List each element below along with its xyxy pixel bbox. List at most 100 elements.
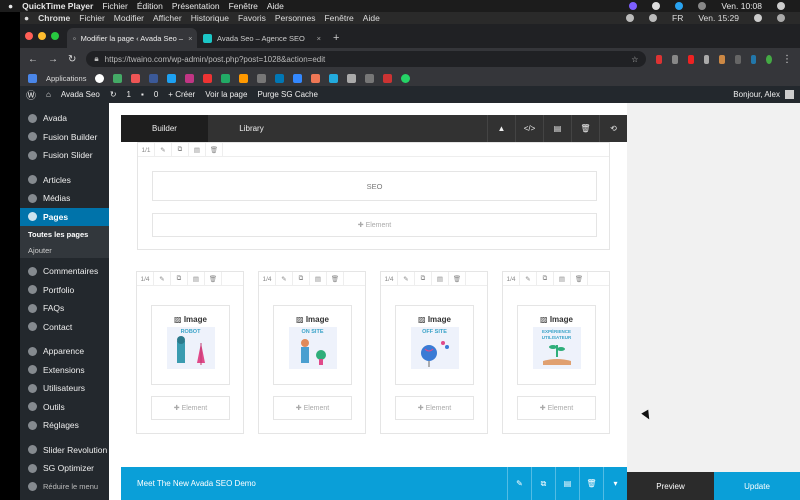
- sidebar-item-articles[interactable]: Articles: [20, 171, 109, 190]
- column-size[interactable]: 1/1: [138, 143, 155, 157]
- facebook-icon[interactable]: [149, 73, 159, 83]
- sidebar-item-settings[interactable]: Réglages: [20, 416, 109, 435]
- submenu-add-page[interactable]: Ajouter: [20, 242, 109, 258]
- extension-icon[interactable]: [734, 54, 741, 64]
- menu-app-name[interactable]: Chrome: [38, 13, 70, 23]
- menu-item[interactable]: Fenêtre: [229, 1, 258, 11]
- image-element[interactable]: ▨ Image ROBOT: [151, 305, 230, 385]
- wordpress-logo-icon[interactable]: Ⓦ: [26, 87, 36, 102]
- menu-item[interactable]: Fichier: [79, 13, 105, 23]
- minimize-window-button[interactable]: [38, 32, 46, 40]
- add-element-button[interactable]: ✚ Element: [151, 396, 230, 420]
- wifi-icon[interactable]: [649, 14, 657, 22]
- bookmark-icon[interactable]: [365, 73, 375, 83]
- update-button[interactable]: Update: [714, 472, 800, 500]
- sidebar-item-pages[interactable]: Pages: [20, 207, 109, 226]
- menu-item[interactable]: Présentation: [172, 1, 220, 11]
- clock[interactable]: Ven. 15:29: [698, 13, 739, 23]
- submenu-all-pages[interactable]: Toutes les pages: [20, 226, 109, 242]
- search-icon[interactable]: [754, 14, 762, 22]
- save-icon[interactable]: ▤: [188, 272, 205, 286]
- edit-icon[interactable]: ✎: [520, 272, 537, 286]
- apple-icon[interactable]: ●: [24, 13, 29, 23]
- wifi-icon[interactable]: [698, 2, 707, 10]
- tab-builder[interactable]: Builder: [121, 115, 208, 142]
- column-size[interactable]: 1/4: [137, 272, 154, 286]
- menu-item[interactable]: Afficher: [153, 13, 182, 23]
- clone-icon[interactable]: ⧉: [293, 272, 310, 286]
- bookmark-icon[interactable]: [329, 73, 339, 83]
- sidebar-item-faqs[interactable]: FAQs: [20, 299, 109, 318]
- bookmark-apps[interactable]: Applications: [46, 74, 86, 83]
- seo-element[interactable]: SEO: [152, 171, 597, 201]
- menu-app-name[interactable]: QuickTime Player: [22, 1, 93, 11]
- profile-avatar[interactable]: [766, 54, 773, 64]
- add-element-button[interactable]: ✚ Element: [273, 396, 352, 420]
- collapse-menu-button[interactable]: Réduire le menu: [20, 478, 109, 497]
- menu-item[interactable]: Personnes: [275, 13, 316, 23]
- image-element[interactable]: ▨ Image OFF SITE: [395, 305, 474, 385]
- history-icon[interactable]: ⟲: [599, 115, 627, 142]
- bookmark-star-icon[interactable]: ☆: [631, 55, 638, 64]
- extension-icon[interactable]: [687, 54, 694, 64]
- close-window-button[interactable]: [25, 32, 33, 40]
- menu-item[interactable]: Aide: [363, 13, 380, 23]
- sidebar-item-fusion-builder[interactable]: Fusion Builder: [20, 128, 109, 147]
- apps-grid-icon[interactable]: [28, 73, 37, 83]
- delete-icon[interactable]: 🗑︎: [206, 143, 223, 157]
- chevron-down-icon[interactable]: ▾: [603, 467, 627, 500]
- clone-icon[interactable]: ⧉: [171, 272, 188, 286]
- sidebar-item-portfolio[interactable]: Portfolio: [20, 281, 109, 300]
- close-tab-icon[interactable]: ×: [188, 34, 192, 43]
- bookmark-icon[interactable]: [239, 73, 249, 83]
- clock[interactable]: Ven. 10:08: [721, 1, 762, 11]
- save-template-icon[interactable]: ▤: [543, 115, 571, 142]
- bookmark-icon[interactable]: [383, 73, 393, 83]
- preview-button[interactable]: Preview: [627, 472, 714, 500]
- bookmark-icon[interactable]: [347, 73, 357, 83]
- whatsapp-icon[interactable]: [401, 73, 411, 83]
- column-size[interactable]: 1/4: [259, 272, 276, 286]
- image-element[interactable]: ▨ Image EXPÉRIENCE UTILISATEUR: [517, 305, 596, 385]
- status-icon[interactable]: [626, 14, 634, 22]
- sidebar-item-tools[interactable]: Outils: [20, 398, 109, 417]
- add-element-button[interactable]: ✚ Element: [517, 396, 596, 420]
- sidebar-item-medias[interactable]: Médias: [20, 189, 109, 208]
- extension-icon[interactable]: [672, 54, 678, 64]
- sidebar-item-extensions[interactable]: Extensions: [20, 361, 109, 380]
- sidebar-item-slider-revolution[interactable]: Slider Revolution: [20, 441, 109, 460]
- save-icon[interactable]: ▤: [555, 467, 579, 500]
- url-bar[interactable]: 🔒︎ https://twaino.com/wp-admin/post.php?…: [86, 51, 647, 67]
- bookmark-icon[interactable]: [311, 73, 321, 83]
- extension-icon[interactable]: [750, 54, 757, 64]
- browser-tab-site[interactable]: Avada Seo – Agence SEO ×: [197, 28, 327, 48]
- linkedin-icon[interactable]: [275, 73, 285, 83]
- save-icon[interactable]: ▤: [189, 143, 206, 157]
- updates-count[interactable]: 1: [127, 90, 131, 99]
- menu-item[interactable]: Aide: [267, 1, 284, 11]
- view-page-link[interactable]: Voir la page: [205, 90, 247, 99]
- forward-icon[interactable]: →: [48, 54, 58, 65]
- clone-icon[interactable]: ⧉: [531, 467, 555, 500]
- instagram-icon[interactable]: [185, 73, 195, 83]
- sidebar-item-appearance[interactable]: Apparence: [20, 342, 109, 361]
- account-menu[interactable]: Bonjour, Alex: [733, 90, 794, 99]
- save-icon[interactable]: ▤: [554, 272, 571, 286]
- sidebar-item-contact[interactable]: Contact: [20, 318, 109, 337]
- list-icon[interactable]: [777, 14, 785, 22]
- updates-icon[interactable]: ↻: [110, 90, 117, 99]
- close-tab-icon[interactable]: ×: [317, 34, 321, 43]
- sidebar-item-avada[interactable]: Avada: [20, 109, 109, 128]
- status-icon[interactable]: [652, 2, 661, 10]
- new-tab-icon[interactable]: +: [333, 32, 339, 44]
- image-element[interactable]: ▨ Image ON SITE: [273, 305, 352, 385]
- container-bar[interactable]: Meet The New Avada SEO Demo ✎ ⧉ ▤ 🗑︎ ▾: [121, 467, 627, 500]
- save-icon[interactable]: ▤: [432, 272, 449, 286]
- sidebar-item-comments[interactable]: Commentaires: [20, 262, 109, 281]
- maximize-window-button[interactable]: [51, 32, 59, 40]
- clone-icon[interactable]: ⧉: [415, 272, 432, 286]
- bookmark-icon[interactable]: [113, 73, 123, 83]
- site-name-link[interactable]: Avada Seo: [61, 90, 100, 99]
- twitter-icon[interactable]: [167, 73, 177, 83]
- column-size[interactable]: 1/4: [381, 272, 398, 286]
